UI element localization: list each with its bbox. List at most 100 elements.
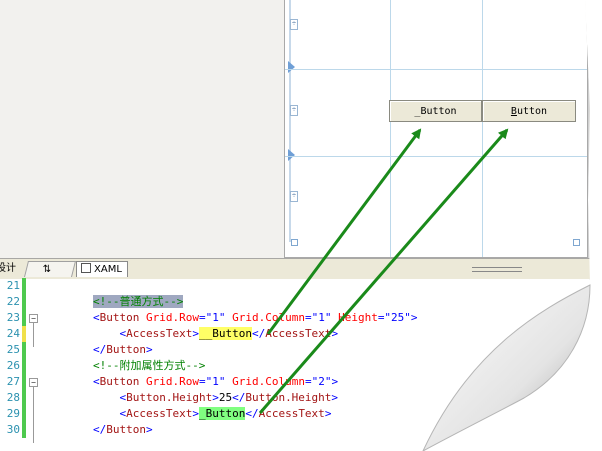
- code-token: </: [92, 343, 107, 356]
- code-token: ="1": [198, 375, 226, 388]
- code-line[interactable]: 27− <Button Grid.Row="1" Grid.Column="2"…: [0, 374, 590, 390]
- code-token: <: [92, 375, 100, 388]
- tab-xaml-label: XAML: [94, 264, 122, 275]
- code-token: Button.Height: [126, 391, 213, 404]
- preview-button-label: _Button: [414, 106, 457, 117]
- code-token: _Button: [198, 407, 246, 420]
- code-line[interactable]: 26 <!--附加属性方式-->: [0, 358, 590, 374]
- change-marker: [22, 342, 26, 358]
- code-token: >: [192, 327, 199, 340]
- code-token: AccessText: [265, 327, 332, 340]
- code-line[interactable]: 25 </Button>: [0, 342, 590, 358]
- code-token: AccessText: [126, 407, 193, 420]
- change-marker: [22, 390, 26, 406]
- code-token: Button: [106, 423, 146, 436]
- line-number: 26: [6, 359, 20, 372]
- code-token: Grid.Row: [139, 375, 199, 388]
- row-rail[interactable]: [289, 0, 291, 242]
- swap-panes-tab[interactable]: ⇅: [24, 261, 76, 277]
- code-token: __Button: [198, 327, 252, 340]
- preview-button-attached[interactable]: Button: [482, 100, 576, 122]
- tab-xaml[interactable]: XAML: [76, 261, 128, 277]
- line-number: 22: [6, 295, 20, 308]
- design-view[interactable]: ÷ ÷ ÷ _Button Button: [0, 0, 590, 258]
- change-marker: [22, 278, 26, 294]
- code-line[interactable]: 21: [0, 278, 590, 294]
- code-token: ="2">: [304, 375, 339, 388]
- preview-button-access-text[interactable]: _Button: [389, 100, 482, 122]
- change-marker: [22, 374, 26, 390]
- screenshot-page: ÷ ÷ ÷ _Button Button 设计 ⇅ XAML 21 22 <!-…: [0, 0, 590, 451]
- tab-design[interactable]: 设计: [0, 261, 24, 277]
- code-token: ="1": [198, 311, 226, 324]
- row-size-icon[interactable]: ÷: [290, 19, 298, 30]
- change-marker: [22, 310, 26, 326]
- code-token: >: [145, 343, 153, 356]
- code-token: Button: [99, 311, 140, 324]
- line-number: 21: [6, 279, 20, 292]
- code-token: AccessText: [258, 407, 325, 420]
- row-marker-icon[interactable]: [288, 149, 295, 161]
- grid-row-line: [285, 156, 587, 157]
- change-marker: [22, 406, 26, 422]
- code-line[interactable]: 30 </Button>: [0, 422, 590, 438]
- code-text: </Button>: [40, 422, 153, 438]
- xaml-code-editor[interactable]: 21 22 <!--普通方式--> 23− <Button Grid.Row="1"…: [0, 278, 590, 451]
- line-number: 29: [6, 407, 20, 420]
- line-number: 27: [6, 375, 20, 388]
- code-token: >: [145, 423, 153, 436]
- code-line[interactable]: 28 <Button.Height>25</Button.Height>: [0, 390, 590, 406]
- grid-corner-handle[interactable]: [573, 239, 580, 246]
- collapse-icon[interactable]: −: [29, 378, 38, 387]
- splitter-grip[interactable]: [472, 267, 522, 272]
- line-number: 25: [6, 343, 20, 356]
- change-marker: [22, 358, 26, 374]
- code-token: >: [212, 391, 219, 404]
- line-number: 23: [6, 311, 20, 324]
- code-line[interactable]: 23− <Button Grid.Row="1" Grid.Column="1"…: [0, 310, 590, 326]
- grid-column-line: [390, 0, 391, 257]
- code-token: </: [232, 391, 246, 404]
- grid-corner-handle[interactable]: [291, 239, 298, 246]
- tab-design-label: 设计: [0, 263, 16, 274]
- row-size-icon[interactable]: ÷: [290, 105, 298, 116]
- code-token: <!--普通方式-->: [92, 295, 184, 308]
- code-token: <!--附加属性方式-->: [92, 359, 206, 372]
- row-size-icon[interactable]: ÷: [290, 191, 298, 202]
- code-token: Grid.Column: [225, 375, 305, 388]
- code-token: ="25">: [377, 311, 418, 324]
- code-text: <AccessText>_Button</AccessText>: [40, 406, 331, 422]
- code-token: Grid.Column: [225, 311, 305, 324]
- design-canvas[interactable]: ÷ ÷ ÷ _Button Button: [284, 0, 588, 258]
- code-token: >: [324, 407, 332, 420]
- row-marker-icon[interactable]: [288, 61, 295, 73]
- code-token: </: [245, 407, 259, 420]
- code-token: AccessText: [126, 327, 193, 340]
- code-text: </Button>: [40, 342, 153, 358]
- code-token: </: [251, 327, 266, 340]
- preview-button-label-rest: utton: [516, 106, 548, 117]
- code-token: >: [331, 391, 339, 404]
- grid-row-line: [285, 69, 587, 70]
- code-text: <AccessText>__Button</AccessText>: [40, 326, 338, 342]
- code-text: <Button.Height>25</Button.Height>: [40, 390, 338, 406]
- code-token: Button: [99, 375, 140, 388]
- change-marker: [22, 326, 26, 342]
- code-token: <: [92, 311, 100, 324]
- code-token: 25: [218, 391, 233, 404]
- code-line[interactable]: 22 <!--普通方式-->: [0, 294, 590, 310]
- code-line[interactable]: 24 <AccessText>__Button</AccessText>: [0, 326, 590, 342]
- code-token: >: [192, 407, 199, 420]
- code-token: ="1": [304, 311, 332, 324]
- code-line[interactable]: 29 <AccessText>_Button</AccessText>: [0, 406, 590, 422]
- collapse-icon[interactable]: −: [29, 314, 38, 323]
